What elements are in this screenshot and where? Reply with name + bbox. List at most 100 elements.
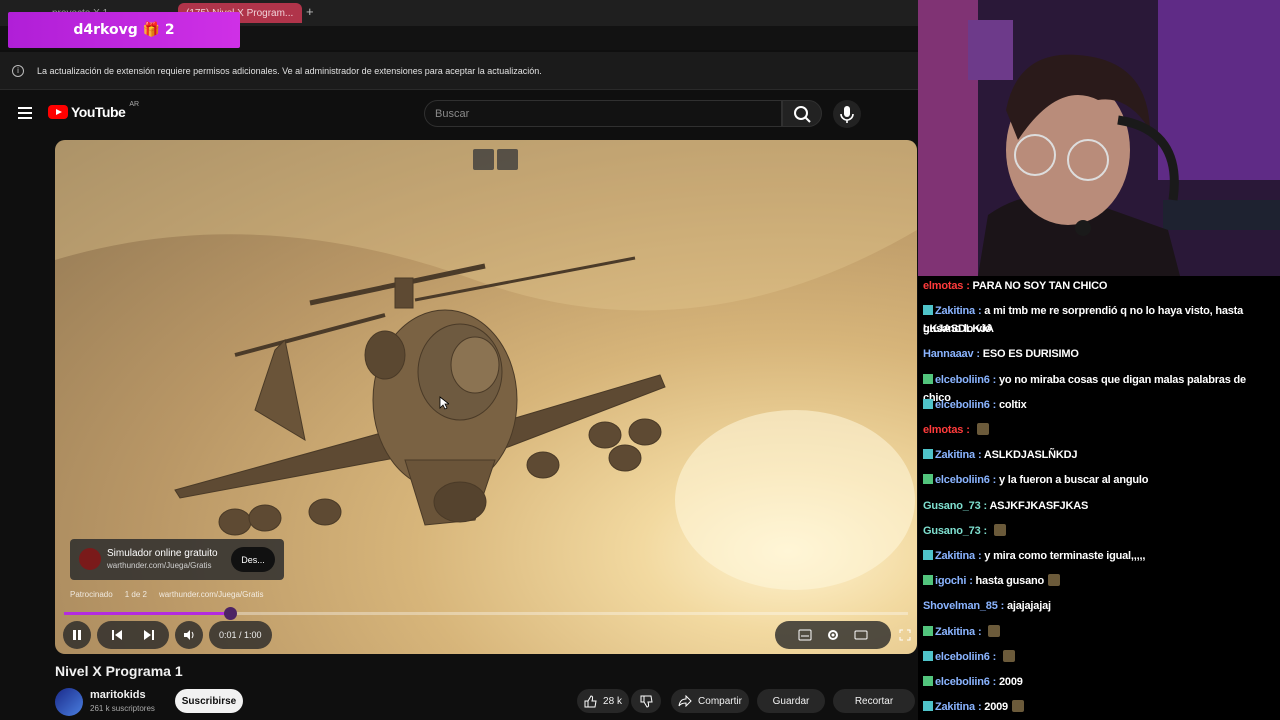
progress-thumb[interactable] [224, 607, 237, 620]
search-button[interactable] [782, 100, 822, 127]
chat-username[interactable]: Zakitina [935, 449, 975, 461]
stream-overlay-badge: d4rkovg 🎁 2 [8, 12, 240, 48]
chat-username[interactable]: elceboliin6 [935, 651, 990, 663]
sponsored-label: Patrocinado [70, 590, 113, 599]
chat-badge-icon [923, 701, 933, 711]
chat-username[interactable]: Zakitina [935, 305, 975, 317]
chat-message: elceboliin6: [923, 648, 1273, 666]
chat-text: 2009 [984, 701, 1008, 713]
chat-username[interactable]: elceboliin6 [935, 474, 990, 486]
chat-username[interactable]: Shovelman_85 [923, 600, 998, 612]
chat-message: Zakitina: [923, 623, 1273, 641]
chat-message: elmotas: PARA NO SOY TAN CHICO [923, 277, 1273, 295]
chat-message: Shovelman_85: ajajajajaj [923, 597, 1273, 615]
voice-search-button[interactable] [833, 100, 861, 128]
mic-icon [840, 106, 854, 123]
chat-text: ESO ES DURISIMO [982, 348, 1079, 360]
share-button[interactable]: Compartir [671, 689, 749, 713]
player-controls-right [775, 621, 915, 649]
volume-icon [184, 630, 194, 640]
video-player[interactable]: Simulador online gratuito warthunder.com… [55, 140, 917, 654]
chat-emote-icon [993, 524, 1006, 536]
pause-icon [73, 630, 81, 640]
streamer-webcam-image [918, 0, 1280, 276]
chat-badge-icon [923, 374, 933, 384]
chat-message: elceboliin6: 2009 [923, 673, 1273, 691]
miniplayer-icon[interactable] [473, 149, 494, 170]
theater-mode-icon[interactable] [854, 629, 868, 641]
chat-message: Hannaaav: ESO ES DURISIMO [923, 345, 1273, 363]
chat-badge-icon [923, 626, 933, 636]
chat-separator: : [977, 626, 985, 638]
previous-icon[interactable] [111, 629, 123, 641]
chat-username[interactable]: Hannaaav [923, 348, 974, 360]
chat-badge-icon [923, 449, 933, 459]
volume-button[interactable] [175, 621, 203, 649]
chat-emote-icon [1002, 650, 1015, 662]
save-button[interactable]: Guardar [757, 689, 825, 713]
thumbs-up-icon [584, 694, 597, 707]
dislike-button[interactable] [631, 689, 661, 713]
chat-badge-icon [923, 305, 933, 315]
settings-cluster [775, 621, 891, 649]
region-code: AR [129, 100, 140, 108]
fullscreen-button[interactable] [895, 621, 915, 649]
chat-username[interactable]: Zakitina [935, 626, 975, 638]
chat-username[interactable]: elmotas [923, 424, 963, 436]
search-input[interactable]: Buscar [424, 100, 782, 127]
next-icon[interactable] [143, 629, 155, 641]
chat-text: ASLKDJASLÑKDJ [983, 449, 1078, 461]
chat-text: 2009 [998, 676, 1023, 688]
chat-badge-icon [923, 575, 933, 585]
chat-username[interactable]: elmotas [923, 280, 963, 292]
like-button[interactable]: 28 k [577, 689, 629, 713]
pause-button[interactable] [63, 621, 91, 649]
screen: proyecto X 1 ... (175) Nivel X Program..… [0, 0, 1280, 720]
chat-emote-icon [988, 625, 1001, 637]
chat-username[interactable]: Zakitina [935, 701, 975, 713]
subtitles-icon[interactable] [798, 629, 812, 641]
channel-name[interactable]: maritokids [90, 689, 146, 701]
new-tab-button[interactable]: + [306, 4, 314, 19]
youtube-wordmark: YouTube [71, 104, 126, 120]
chat-username[interactable]: Zakitina [935, 550, 975, 562]
search-icon [794, 106, 811, 123]
chat-separator: : [983, 525, 990, 537]
menu-icon[interactable] [18, 107, 32, 119]
chat-message: elmotas: [923, 421, 1273, 439]
chat-badge-icon [923, 550, 933, 560]
subscribe-button[interactable]: Suscribirse [175, 689, 243, 713]
youtube-logo[interactable]: YouTube AR [48, 100, 140, 120]
skip-ad-icon[interactable] [497, 149, 518, 170]
chat-text: hasta gusano [975, 575, 1045, 587]
chat-message: igochi: hasta gusano [923, 572, 1273, 590]
chat-message: elceboliin6: coltix [923, 396, 1273, 414]
chat-username[interactable]: Gusano_73 [923, 525, 981, 537]
chat-username[interactable]: elceboliin6 [935, 399, 990, 411]
chat-text: y mira como terminaste igual,,,,, [984, 550, 1146, 562]
settings-gear-icon[interactable] [826, 628, 840, 642]
mouse-cursor-icon [439, 396, 449, 410]
video-top-buttons [473, 149, 518, 170]
chat-text: PARA NO SOY TAN CHICO [972, 280, 1108, 292]
chat-emote-icon [976, 423, 989, 435]
thumbs-down-icon [640, 695, 653, 708]
chat-badge-icon [923, 474, 933, 484]
clip-button[interactable]: Recortar [833, 689, 915, 713]
player-controls-left: 0:01 / 1:00 [63, 621, 272, 649]
ad-card[interactable]: Simulador online gratuito warthunder.com… [70, 539, 284, 580]
chat-username[interactable]: elceboliin6 [935, 374, 990, 386]
ad-download-button[interactable]: Des... [231, 547, 275, 572]
chat-username[interactable]: Gusano_73 [923, 500, 981, 512]
skip-buttons [97, 621, 169, 649]
chat-separator: : [966, 424, 973, 436]
chat-badge-icon [923, 399, 933, 409]
chat-username[interactable]: elceboliin6 [935, 676, 990, 688]
channel-avatar[interactable] [55, 688, 83, 716]
chat-text: LKJASDLKJA [923, 323, 994, 335]
like-count: 28 k [603, 695, 622, 707]
chat-text: ASJKFJKASFJKAS [989, 500, 1089, 512]
progress-bar[interactable] [64, 607, 908, 620]
ad-meta-url[interactable]: warthunder.com/Juega/Gratis [159, 590, 264, 599]
chat-username[interactable]: igochi [935, 575, 966, 587]
